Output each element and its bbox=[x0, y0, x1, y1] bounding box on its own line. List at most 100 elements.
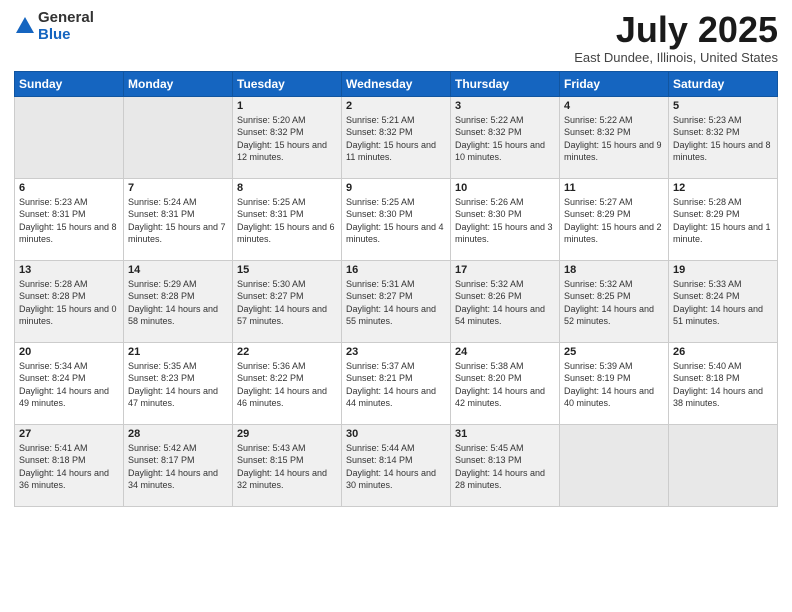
table-cell: 1 Sunrise: 5:20 AM Sunset: 8:32 PM Daylig… bbox=[233, 96, 342, 178]
calendar-table: Sunday Monday Tuesday Wednesday Thursday… bbox=[14, 71, 778, 507]
calendar-row-2: 13Sunrise: 5:28 AM Sunset: 8:28 PM Dayli… bbox=[15, 260, 778, 342]
header: General Blue July 2025 East Dundee, Illi… bbox=[14, 10, 778, 65]
table-cell: 16Sunrise: 5:31 AM Sunset: 8:27 PM Dayli… bbox=[342, 260, 451, 342]
day-info: Sunrise: 5:38 AM Sunset: 8:20 PM Dayligh… bbox=[455, 360, 555, 410]
day-info: Sunrise: 5:35 AM Sunset: 8:23 PM Dayligh… bbox=[128, 360, 228, 410]
day-info: Sunrise: 5:44 AM Sunset: 8:14 PM Dayligh… bbox=[346, 442, 446, 492]
title-location: East Dundee, Illinois, United States bbox=[574, 50, 778, 65]
day-info: Sunrise: 5:29 AM Sunset: 8:28 PM Dayligh… bbox=[128, 278, 228, 328]
day-number: 26 bbox=[673, 346, 773, 358]
table-cell: 11 Sunrise: 5:27 AM Sunset: 8:29 PM Dayli… bbox=[560, 178, 669, 260]
day-info: Sunrise: 5:28 AM Sunset: 8:29 PM Dayligh… bbox=[673, 196, 773, 246]
day-number: 7 bbox=[128, 182, 228, 194]
day-info: Sunrise: 5:41 AM Sunset: 8:18 PM Dayligh… bbox=[19, 442, 119, 492]
day-info: Sunrise: 5:34 AM Sunset: 8:24 PM Dayligh… bbox=[19, 360, 119, 410]
table-cell: 7 Sunrise: 5:24 AM Sunset: 8:31 PM Daylig… bbox=[124, 178, 233, 260]
day-info: Sunrise: 5:45 AM Sunset: 8:13 PM Dayligh… bbox=[455, 442, 555, 492]
day-info: Sunrise: 5:32 AM Sunset: 8:26 PM Dayligh… bbox=[455, 278, 555, 328]
title-block: July 2025 East Dundee, Illinois, United … bbox=[574, 10, 778, 65]
day-number: 16 bbox=[346, 264, 446, 276]
day-number: 14 bbox=[128, 264, 228, 276]
day-number: 2 bbox=[346, 100, 446, 112]
col-sunday: Sunday bbox=[15, 71, 124, 96]
day-info: Sunrise: 5:20 AM Sunset: 8:32 PM Dayligh… bbox=[237, 114, 337, 164]
day-number: 4 bbox=[564, 100, 664, 112]
day-number: 5 bbox=[673, 100, 773, 112]
day-info: Sunrise: 5:27 AM Sunset: 8:29 PM Dayligh… bbox=[564, 196, 664, 246]
table-cell: 12Sunrise: 5:28 AM Sunset: 8:29 PM Dayli… bbox=[669, 178, 778, 260]
day-number: 17 bbox=[455, 264, 555, 276]
day-number: 31 bbox=[455, 428, 555, 440]
table-cell: 2 Sunrise: 5:21 AM Sunset: 8:32 PM Daylig… bbox=[342, 96, 451, 178]
day-info: Sunrise: 5:42 AM Sunset: 8:17 PM Dayligh… bbox=[128, 442, 228, 492]
day-info: Sunrise: 5:24 AM Sunset: 8:31 PM Dayligh… bbox=[128, 196, 228, 246]
col-friday: Friday bbox=[560, 71, 669, 96]
day-number: 21 bbox=[128, 346, 228, 358]
col-wednesday: Wednesday bbox=[342, 71, 451, 96]
col-monday: Monday bbox=[124, 71, 233, 96]
day-number: 15 bbox=[237, 264, 337, 276]
day-number: 9 bbox=[346, 182, 446, 194]
day-number: 29 bbox=[237, 428, 337, 440]
calendar-row-0: 1 Sunrise: 5:20 AM Sunset: 8:32 PM Daylig… bbox=[15, 96, 778, 178]
day-number: 10 bbox=[455, 182, 555, 194]
day-info: Sunrise: 5:25 AM Sunset: 8:31 PM Dayligh… bbox=[237, 196, 337, 246]
day-info: Sunrise: 5:23 AM Sunset: 8:31 PM Dayligh… bbox=[19, 196, 119, 246]
table-cell: 4 Sunrise: 5:22 AM Sunset: 8:32 PM Daylig… bbox=[560, 96, 669, 178]
day-info: Sunrise: 5:37 AM Sunset: 8:21 PM Dayligh… bbox=[346, 360, 446, 410]
calendar-row-3: 20Sunrise: 5:34 AM Sunset: 8:24 PM Dayli… bbox=[15, 342, 778, 424]
table-cell: 5 Sunrise: 5:23 AM Sunset: 8:32 PM Daylig… bbox=[669, 96, 778, 178]
day-info: Sunrise: 5:33 AM Sunset: 8:24 PM Dayligh… bbox=[673, 278, 773, 328]
logo-general: General bbox=[38, 10, 94, 27]
day-number: 3 bbox=[455, 100, 555, 112]
day-info: Sunrise: 5:36 AM Sunset: 8:22 PM Dayligh… bbox=[237, 360, 337, 410]
table-cell: 17 Sunrise: 5:32 AM Sunset: 8:26 PM Dayli… bbox=[451, 260, 560, 342]
table-cell: 30Sunrise: 5:44 AM Sunset: 8:14 PM Dayli… bbox=[342, 424, 451, 506]
day-info: Sunrise: 5:40 AM Sunset: 8:18 PM Dayligh… bbox=[673, 360, 773, 410]
calendar-header-row: Sunday Monday Tuesday Wednesday Thursday… bbox=[15, 71, 778, 96]
table-cell bbox=[15, 96, 124, 178]
table-cell: 18 Sunrise: 5:32 AM Sunset: 8:25 PM Dayli… bbox=[560, 260, 669, 342]
page: General Blue July 2025 East Dundee, Illi… bbox=[0, 0, 792, 612]
day-number: 6 bbox=[19, 182, 119, 194]
table-cell: 22Sunrise: 5:36 AM Sunset: 8:22 PM Dayli… bbox=[233, 342, 342, 424]
day-number: 25 bbox=[564, 346, 664, 358]
day-number: 11 bbox=[564, 182, 664, 194]
day-info: Sunrise: 5:22 AM Sunset: 8:32 PM Dayligh… bbox=[455, 114, 555, 164]
calendar-row-4: 27Sunrise: 5:41 AM Sunset: 8:18 PM Dayli… bbox=[15, 424, 778, 506]
logo-blue: Blue bbox=[38, 27, 94, 44]
logo: General Blue bbox=[14, 10, 94, 43]
day-number: 28 bbox=[128, 428, 228, 440]
day-number: 24 bbox=[455, 346, 555, 358]
day-info: Sunrise: 5:28 AM Sunset: 8:28 PM Dayligh… bbox=[19, 278, 119, 328]
day-number: 19 bbox=[673, 264, 773, 276]
table-cell bbox=[124, 96, 233, 178]
day-number: 23 bbox=[346, 346, 446, 358]
table-cell bbox=[669, 424, 778, 506]
col-saturday: Saturday bbox=[669, 71, 778, 96]
table-cell: 14 Sunrise: 5:29 AM Sunset: 8:28 PM Dayli… bbox=[124, 260, 233, 342]
calendar-row-1: 6 Sunrise: 5:23 AM Sunset: 8:31 PM Daylig… bbox=[15, 178, 778, 260]
table-cell: 31 Sunrise: 5:45 AM Sunset: 8:13 PM Dayli… bbox=[451, 424, 560, 506]
day-info: Sunrise: 5:32 AM Sunset: 8:25 PM Dayligh… bbox=[564, 278, 664, 328]
col-tuesday: Tuesday bbox=[233, 71, 342, 96]
title-month: July 2025 bbox=[574, 10, 778, 50]
day-info: Sunrise: 5:21 AM Sunset: 8:32 PM Dayligh… bbox=[346, 114, 446, 164]
table-cell: 19 Sunrise: 5:33 AM Sunset: 8:24 PM Dayli… bbox=[669, 260, 778, 342]
day-number: 1 bbox=[237, 100, 337, 112]
day-number: 8 bbox=[237, 182, 337, 194]
day-info: Sunrise: 5:26 AM Sunset: 8:30 PM Dayligh… bbox=[455, 196, 555, 246]
table-cell: 26 Sunrise: 5:40 AM Sunset: 8:18 PM Dayli… bbox=[669, 342, 778, 424]
day-info: Sunrise: 5:23 AM Sunset: 8:32 PM Dayligh… bbox=[673, 114, 773, 164]
day-number: 18 bbox=[564, 264, 664, 276]
table-cell: 6 Sunrise: 5:23 AM Sunset: 8:31 PM Daylig… bbox=[15, 178, 124, 260]
table-cell: 21 Sunrise: 5:35 AM Sunset: 8:23 PM Dayli… bbox=[124, 342, 233, 424]
table-cell: 20Sunrise: 5:34 AM Sunset: 8:24 PM Dayli… bbox=[15, 342, 124, 424]
logo-icon bbox=[14, 15, 36, 37]
table-cell: 3 Sunrise: 5:22 AM Sunset: 8:32 PM Daylig… bbox=[451, 96, 560, 178]
table-cell: 29Sunrise: 5:43 AM Sunset: 8:15 PM Dayli… bbox=[233, 424, 342, 506]
day-info: Sunrise: 5:22 AM Sunset: 8:32 PM Dayligh… bbox=[564, 114, 664, 164]
table-cell: 13Sunrise: 5:28 AM Sunset: 8:28 PM Dayli… bbox=[15, 260, 124, 342]
day-info: Sunrise: 5:25 AM Sunset: 8:30 PM Dayligh… bbox=[346, 196, 446, 246]
table-cell: 27Sunrise: 5:41 AM Sunset: 8:18 PM Dayli… bbox=[15, 424, 124, 506]
